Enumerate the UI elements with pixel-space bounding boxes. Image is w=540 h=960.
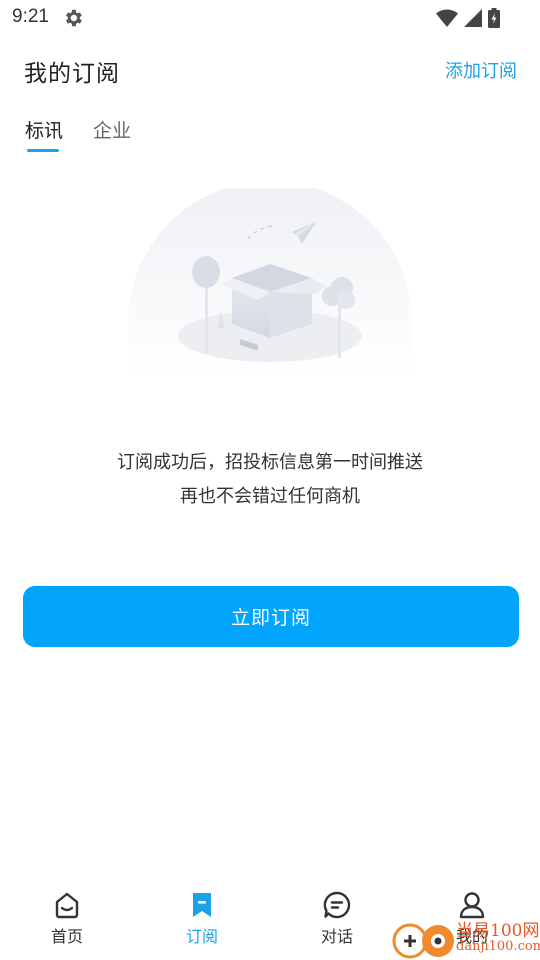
subscribe-now-button[interactable]: 立即订阅 — [23, 586, 519, 647]
settings-gear-icon — [66, 9, 82, 27]
home-icon — [55, 892, 79, 919]
page-header: 我的订阅 添加订阅 — [0, 46, 540, 92]
empty-state-line2: 再也不会错过任何商机 — [180, 486, 360, 507]
empty-state-line1: 订阅成功后，招投标信息第一时间推送 — [117, 452, 423, 473]
tab-bid-info[interactable]: 标讯 — [25, 116, 63, 143]
watermark-text-cn: 当易100网 — [456, 921, 540, 941]
nav-subscription[interactable]: 订阅 — [152, 890, 252, 954]
wifi-icon — [436, 9, 458, 27]
empty-state-message: 订阅成功后，招投标信息第一时间推送 再也不会错过任何商机 — [0, 446, 540, 514]
status-icons — [436, 7, 500, 29]
empty-box-illustration — [128, 188, 412, 378]
chat-icon — [323, 891, 351, 919]
bookmark-icon — [193, 893, 211, 917]
add-subscription-link[interactable]: 添加订阅 — [445, 57, 517, 83]
tab-company[interactable]: 企业 — [93, 116, 131, 143]
status-time: 9:21 — [12, 6, 49, 27]
nav-chat-label: 对话 — [320, 927, 353, 946]
nav-subscription-label: 订阅 — [185, 927, 218, 946]
watermark-text-url: danji100.com — [456, 939, 540, 954]
tab-bar: 标讯 企业 — [0, 112, 540, 156]
nav-home[interactable]: 首页 — [17, 890, 117, 954]
watermark: 当易100网 danji100.com — [392, 915, 540, 960]
battery-icon — [488, 8, 500, 28]
page-title: 我的订阅 — [24, 61, 120, 87]
watermark-logo-icon — [392, 923, 454, 959]
nav-chat[interactable]: 对话 — [287, 890, 387, 954]
signal-icon — [464, 9, 482, 27]
status-bar: 9:21 — [0, 0, 540, 36]
nav-home-label: 首页 — [50, 927, 83, 946]
tab-active-indicator — [27, 149, 59, 152]
